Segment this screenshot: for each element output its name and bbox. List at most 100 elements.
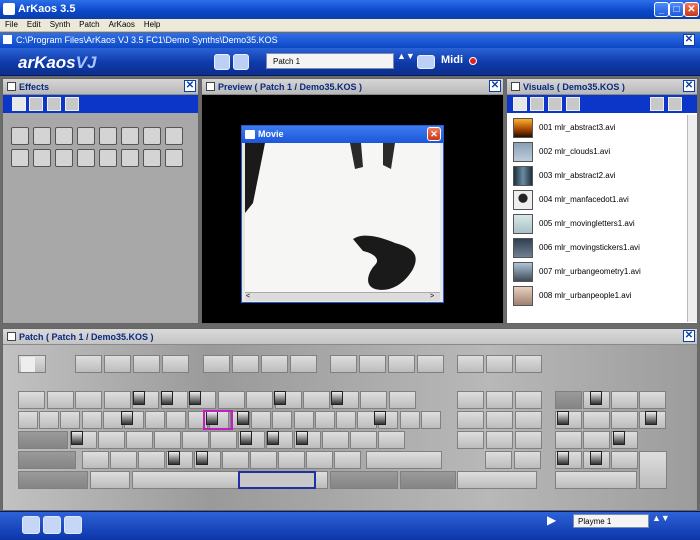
patch-key[interactable] <box>378 431 405 449</box>
patch-select[interactable]: Patch 1 <box>266 53 394 69</box>
visuals-tab-text[interactable] <box>566 97 580 111</box>
patch-spinner[interactable]: ▲▼ <box>397 52 415 70</box>
patch-key[interactable] <box>334 451 361 469</box>
patch-key[interactable] <box>457 391 484 409</box>
fullscreen-icon[interactable] <box>214 54 230 70</box>
patch-key[interactable] <box>18 391 45 409</box>
patch-key[interactable] <box>18 411 38 429</box>
patch-key[interactable] <box>457 471 537 489</box>
visual-item[interactable]: 008 mlr_urbanpeople1.avi <box>507 284 687 307</box>
effects-tab-image[interactable] <box>47 97 61 111</box>
patch-key[interactable] <box>515 411 542 429</box>
patch-key[interactable] <box>246 391 273 409</box>
visuals-scrollbar[interactable] <box>687 115 697 322</box>
maximize-button[interactable]: □ <box>669 2 684 17</box>
menu-arkaos[interactable]: ArKaos <box>104 19 139 29</box>
effect-icon[interactable] <box>11 149 29 167</box>
visual-item[interactable]: 006 mlr_movingstickers1.avi <box>507 236 687 259</box>
patch-key[interactable] <box>457 411 484 429</box>
effects-close-button[interactable]: ✕ <box>184 80 196 92</box>
visuals-tab-edit[interactable] <box>513 97 527 111</box>
patch-close-button[interactable]: ✕ <box>683 330 695 342</box>
effect-icon[interactable] <box>11 127 29 145</box>
patch-key[interactable] <box>639 451 667 489</box>
patch-key[interactable] <box>126 431 153 449</box>
patch-key[interactable] <box>303 391 330 409</box>
patch-key[interactable] <box>515 391 542 409</box>
effect-icon[interactable] <box>55 149 73 167</box>
playme-select[interactable]: Playme 1 <box>573 514 649 528</box>
patch-key[interactable] <box>515 431 542 449</box>
patch-key[interactable] <box>166 411 187 429</box>
minimize-button[interactable]: _ <box>654 2 669 17</box>
patch-key[interactable] <box>611 451 638 469</box>
patch-key[interactable] <box>250 451 277 469</box>
close-button[interactable]: ✕ <box>684 2 699 17</box>
patch-key[interactable] <box>359 355 386 373</box>
patch-key[interactable] <box>457 431 484 449</box>
effects-tab-edit[interactable] <box>65 97 79 111</box>
patch-key[interactable] <box>639 391 666 409</box>
patch-key[interactable] <box>350 431 377 449</box>
patch-key[interactable] <box>110 451 137 469</box>
patch-key[interactable] <box>555 431 582 449</box>
patch-key[interactable] <box>388 391 416 409</box>
patch-key[interactable] <box>417 355 444 373</box>
patch-key[interactable] <box>555 471 637 489</box>
patch-key[interactable] <box>486 391 513 409</box>
patch-key[interactable] <box>46 391 74 409</box>
visual-item[interactable]: 002 mlr_clouds1.avi <box>507 140 687 163</box>
patch-key[interactable] <box>306 451 333 469</box>
patch-key[interactable] <box>98 431 125 449</box>
patch-key[interactable] <box>485 451 512 469</box>
patch-key[interactable] <box>82 451 109 469</box>
patch-key[interactable] <box>360 391 387 409</box>
patch-key[interactable] <box>486 411 513 429</box>
patch-key[interactable] <box>330 355 357 373</box>
playme-spinner[interactable]: ▲▼ <box>652 514 670 532</box>
menu-synth[interactable]: Synth <box>45 19 74 29</box>
patch-key[interactable] <box>400 471 456 489</box>
patch-key[interactable] <box>261 355 288 373</box>
patch-key[interactable] <box>293 411 314 429</box>
effect-icon[interactable] <box>77 149 95 167</box>
patch-key[interactable] <box>232 355 259 373</box>
menu-patch[interactable]: Patch <box>74 19 103 29</box>
patch-key[interactable] <box>583 431 610 449</box>
effect-icon[interactable] <box>121 127 139 145</box>
effect-icon[interactable] <box>77 127 95 145</box>
keyboard-icon[interactable] <box>417 55 435 69</box>
movie-window[interactable]: Movie ✕ < > <box>241 125 444 303</box>
midi-label[interactable]: Midi <box>441 54 463 66</box>
effect-icon[interactable] <box>33 127 51 145</box>
patch-key[interactable] <box>203 355 230 373</box>
patch-key[interactable] <box>90 471 130 489</box>
preview-close-button[interactable]: ✕ <box>489 80 501 92</box>
patch-key[interactable] <box>272 411 293 429</box>
patch-key[interactable] <box>611 411 638 429</box>
settings-mode-icon[interactable] <box>64 516 82 534</box>
visual-item[interactable]: 001 mlr_abstract3.avi <box>507 116 687 139</box>
patch-key[interactable] <box>322 431 349 449</box>
movie-close-button[interactable]: ✕ <box>427 127 441 141</box>
visuals-open-folder-icon[interactable] <box>650 97 664 111</box>
patch-key[interactable] <box>154 431 181 449</box>
document-close-button[interactable]: ✕ <box>683 34 695 46</box>
menu-edit[interactable]: Edit <box>22 19 45 29</box>
patch-key[interactable] <box>104 355 131 373</box>
patch-key[interactable] <box>182 431 209 449</box>
grid-mode-icon[interactable] <box>43 516 61 534</box>
effects-tab-3d[interactable] <box>12 97 26 111</box>
patch-key[interactable] <box>555 391 582 409</box>
visual-item[interactable]: 004 mlr_manfacedot1.avi <box>507 188 687 211</box>
patch-key[interactable] <box>138 451 165 469</box>
effect-icon[interactable] <box>99 127 117 145</box>
effect-icon[interactable] <box>143 127 161 145</box>
menu-help[interactable]: Help <box>139 19 164 29</box>
audio-icon[interactable] <box>233 54 249 70</box>
patch-key[interactable] <box>399 411 420 429</box>
patch-key[interactable] <box>133 355 160 373</box>
effect-icon[interactable] <box>143 149 161 167</box>
patch-key[interactable] <box>388 355 415 373</box>
patch-key[interactable] <box>18 431 68 449</box>
